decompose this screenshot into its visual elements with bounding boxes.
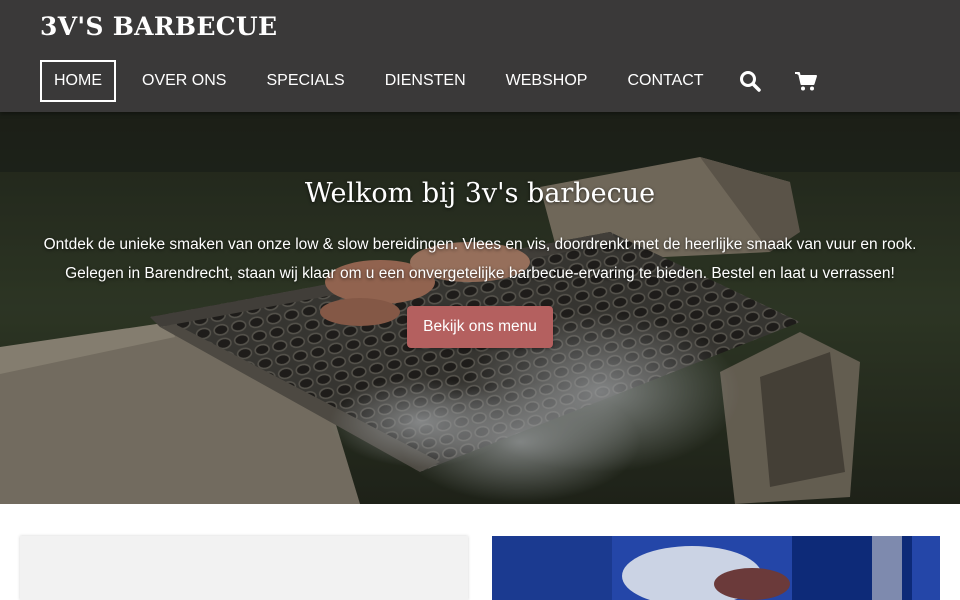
main-nav: HOME OVER ONS SPECIALS DIENSTEN WEBSHOP … <box>40 60 842 102</box>
hero-title: Welkom bij 3v's barbecue <box>304 178 656 209</box>
cart-button[interactable] <box>786 60 826 102</box>
hero-text-line-2: Gelegen in Barendrecht, staan wij klaar … <box>65 265 895 282</box>
content-card-right <box>492 536 940 600</box>
menu-cta-button[interactable]: Bekijk ons menu <box>407 306 553 348</box>
nav-home[interactable]: HOME <box>40 60 116 102</box>
site-logo[interactable]: 3V'S BARBECUE <box>40 12 277 41</box>
nav-contact[interactable]: CONTACT <box>613 60 717 102</box>
nav-specials[interactable]: SPECIALS <box>252 60 358 102</box>
search-button[interactable] <box>730 60 770 102</box>
search-icon <box>739 71 761 92</box>
content-card-left <box>20 536 468 600</box>
nav-over-ons[interactable]: OVER ONS <box>128 60 240 102</box>
cart-icon <box>794 72 817 91</box>
nav-diensten[interactable]: DIENSTEN <box>371 60 480 102</box>
hero-text-line-1: Ontdek de unieke smaken van onze low & s… <box>43 236 917 253</box>
site-header: 3V'S BARBECUE HOME OVER ONS SPECIALS DIE… <box>0 0 960 112</box>
card-photo <box>492 536 940 600</box>
hero-banner: Welkom bij 3v's barbecue Ontdek de uniek… <box>0 112 960 504</box>
nav-webshop[interactable]: WEBSHOP <box>492 60 602 102</box>
